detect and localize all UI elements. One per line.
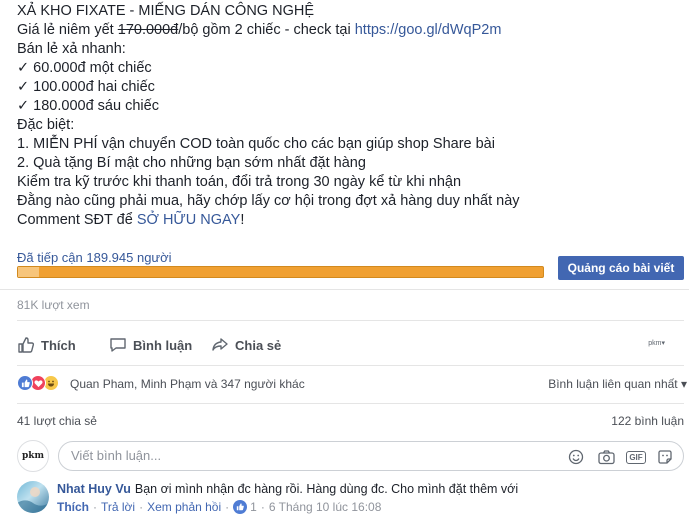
post-line: ✓ 180.000đ sáu chiếc — [17, 98, 159, 114]
reaction-icons[interactable] — [17, 375, 69, 393]
like-button[interactable]: Thích — [17, 333, 76, 357]
post-line: Đằng nào cũng phải mua, hãy chớp lấy cơ … — [17, 193, 520, 209]
thumbs-up-icon — [18, 337, 35, 353]
post-line: Đặc biệt: — [17, 117, 75, 133]
share-button[interactable]: Chia sẻ — [211, 333, 281, 357]
like-label: Thích — [41, 337, 76, 353]
camera-icon[interactable] — [597, 448, 615, 466]
divider — [17, 365, 684, 366]
price-middle: /bộ gồm 2 chiếc - check tại — [178, 22, 355, 38]
comment-like-button[interactable]: Thích — [57, 500, 89, 514]
cta-link[interactable]: SỞ HỮU NGAY — [137, 212, 241, 228]
post-body: XẢ KHO FIXATE - MIẾNG DÁN CÔNG NGHỆ Giá … — [17, 2, 677, 230]
caret-down-icon: ▾ — [661, 340, 665, 347]
comment-item: Nhat Huy Vu Bạn ơi mình nhận đc hàng rồi.… — [17, 478, 684, 518]
reach-section: Đã tiếp cận 189.945 người Quảng cáo bài … — [17, 250, 684, 282]
share-label: Chia sẻ — [235, 337, 282, 353]
page-selector-label: pkm — [648, 340, 662, 347]
promote-post-button[interactable]: Quảng cáo bài viết — [558, 256, 684, 280]
post-line: Bán lẻ xả nhanh: — [17, 41, 126, 57]
comment-sort-dropdown[interactable]: Bình luận liên quan nhất ▾ — [548, 377, 687, 391]
comment-icon — [110, 338, 126, 352]
post-line: ✓ 100.000đ hai chiếc — [17, 79, 155, 95]
comment-like-icon — [233, 500, 248, 514]
price-line: Giá lẻ niêm yết 170.000đ/bộ gồm 2 chiếc … — [17, 21, 677, 40]
post-line: 1. MIỄN PHÍ vận chuyển COD toàn quốc cho… — [17, 136, 495, 152]
post-line: XẢ KHO FIXATE - MIẾNG DÁN CÔNG NGHỆ — [17, 3, 315, 19]
separator-dot: · — [225, 500, 230, 514]
comment-button[interactable]: Bình luận — [109, 333, 192, 357]
cta-suffix: ! — [240, 212, 245, 228]
comment-body: Nhat Huy Vu Bạn ơi mình nhận đc hàng rồi.… — [57, 482, 518, 496]
commenter-avatar[interactable] — [17, 481, 49, 513]
product-link[interactable]: https://goo.gl/dWqP2m — [355, 22, 502, 38]
separator-dot: · — [260, 500, 265, 514]
sticker-icon[interactable] — [656, 448, 674, 466]
comment-sort-label: Bình luận liên quan nhất — [548, 377, 678, 391]
comment-author[interactable]: Nhat Huy Vu — [57, 482, 131, 496]
comment-meta: Thích · Trả lời · Xem phản hồi · 1 · 6 T… — [57, 500, 381, 514]
view-replies-link[interactable]: Xem phản hồi — [147, 500, 221, 514]
divider — [17, 320, 684, 321]
gif-icon[interactable]: GIF — [626, 448, 646, 466]
post-line: 2. Quà tặng Bí mật cho những bạn sớm nhấ… — [17, 155, 366, 171]
like-reaction-icon — [17, 375, 33, 391]
stats-row: 41 lượt chia sẻ 122 bình luận — [17, 414, 684, 428]
post-line: Kiểm tra kỹ trước khi thanh toán, đổi tr… — [17, 174, 462, 190]
reach-label[interactable]: Đã tiếp cận 189.945 người — [17, 250, 172, 265]
cta-prefix: Comment SĐT để — [17, 212, 137, 228]
comment-input[interactable] — [71, 448, 551, 463]
comment-count[interactable]: 122 bình luận — [611, 414, 684, 428]
reactions-summary: Quan Pham, Minh Phạm và 347 người khác B… — [17, 374, 687, 394]
page-selector[interactable]: pkm▾ — [648, 339, 665, 347]
comment-input-wrapper[interactable]: GIF — [58, 441, 684, 471]
comment-label: Bình luận — [133, 337, 193, 353]
reactors-text[interactable]: Quan Pham, Minh Phạm và 347 người khác — [70, 377, 305, 391]
post-line: ✓ 60.000đ một chiếc — [17, 60, 152, 76]
share-icon — [212, 338, 228, 351]
comment-timestamp[interactable]: 6 Tháng 10 lúc 16:08 — [269, 500, 382, 514]
comment-reply-button[interactable]: Trả lời — [101, 500, 135, 514]
separator-dot: · — [93, 500, 97, 514]
share-count[interactable]: 41 lượt chia sẻ — [17, 414, 97, 428]
page-avatar: pkm — [17, 440, 49, 472]
gif-label: GIF — [626, 450, 646, 464]
comment-composer: pkm GIF — [17, 440, 684, 472]
cta-line: Comment SĐT để SỞ HỮU NGAY! — [17, 211, 677, 230]
organic-reach-fill — [18, 267, 39, 277]
separator-dot: · — [139, 500, 144, 514]
price-prefix: Giá lẻ niêm yết — [17, 22, 118, 38]
action-bar: Thích Bình luận Chia sẻ pkm▾ — [17, 333, 677, 357]
divider — [17, 403, 684, 404]
comment-like-count[interactable]: 1 — [250, 500, 257, 514]
caret-down-icon: ▾ — [677, 377, 687, 391]
emoji-icon[interactable] — [567, 448, 585, 466]
struck-price: 170.000đ — [117, 22, 179, 38]
divider — [0, 289, 689, 290]
comment-text: Bạn ơi mình nhận đc hàng rồi. Hàng dùng … — [134, 482, 519, 496]
view-count: 81K lượt xem — [17, 298, 90, 312]
reach-bar — [17, 266, 544, 278]
